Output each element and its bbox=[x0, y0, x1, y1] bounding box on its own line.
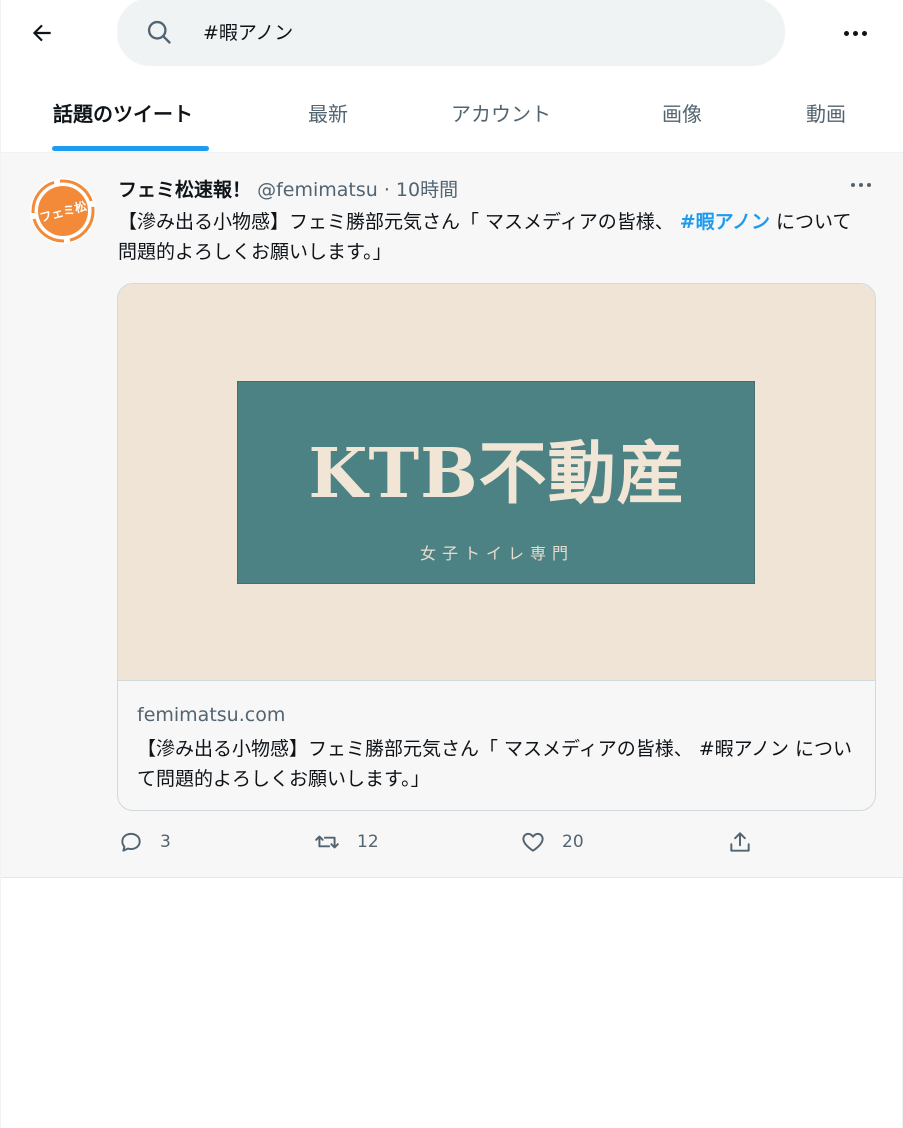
tweet-more-button[interactable] bbox=[851, 183, 871, 187]
share-button[interactable] bbox=[727, 829, 753, 855]
page: #暇アノン 話題のツイート 最新 アカウント 画像 動画 フェミ松 フェミ松速報… bbox=[0, 0, 903, 1128]
tweet-text: 【滲み出る小物感】フェミ勝部元気さん「 マスメディアの皆様、 #暇アノン につい… bbox=[118, 207, 870, 267]
hashtag-link[interactable]: #暇アノン bbox=[680, 211, 770, 233]
retweet-count: 12 bbox=[357, 832, 379, 852]
author-name[interactable]: フェミ松速報！ bbox=[118, 179, 251, 201]
card-title: 【滲み出る小物感】フェミ勝部元気さん「 マスメディアの皆様、 #暇アノン につい… bbox=[137, 738, 853, 790]
search-tabs: 話題のツイート 最新 アカウント 画像 動画 bbox=[1, 78, 903, 152]
back-arrow-icon bbox=[32, 24, 51, 42]
card-image-banner: KTB不動産 女子トイレ専門 bbox=[237, 381, 755, 584]
search-icon bbox=[147, 20, 171, 44]
retweet-button[interactable]: 12 bbox=[313, 829, 379, 855]
card-image[interactable]: KTB不動産 女子トイレ専門 bbox=[118, 284, 875, 681]
reply-icon bbox=[121, 832, 141, 852]
like-count: 20 bbox=[562, 832, 584, 852]
avatar[interactable]: フェミ松 bbox=[29, 177, 97, 245]
search-header: #暇アノン 話題のツイート 最新 アカウント 画像 動画 bbox=[1, 0, 903, 152]
tab-images[interactable]: 画像 bbox=[662, 98, 702, 127]
tab-latest[interactable]: 最新 bbox=[308, 98, 348, 127]
tweet-time[interactable]: 10時間 bbox=[396, 179, 458, 201]
tweet-actions: 3 12 20 bbox=[1, 829, 903, 869]
reply-button[interactable]: 3 bbox=[118, 829, 171, 855]
heart-icon bbox=[522, 832, 544, 852]
back-button[interactable] bbox=[23, 14, 61, 52]
tweet-header: フェミ松速報！ @femimatsu · 10時間 bbox=[118, 175, 458, 202]
more-options-button[interactable] bbox=[833, 14, 877, 52]
card-image-title: KTB不動産 bbox=[308, 434, 686, 514]
more-icon bbox=[843, 30, 867, 36]
search-query[interactable]: #暇アノン bbox=[203, 18, 293, 45]
card-image-subtitle: 女子トイレ専門 bbox=[419, 544, 574, 563]
tab-videos[interactable]: 動画 bbox=[806, 98, 846, 127]
tweet[interactable]: フェミ松 フェミ松速報！ @femimatsu · 10時間 【滲み出る小物感】… bbox=[1, 152, 903, 878]
active-tab-indicator bbox=[52, 146, 209, 151]
retweet-icon bbox=[315, 835, 339, 849]
tweet-text-before: 【滲み出る小物感】フェミ勝部元気さん「 マスメディアの皆様、 bbox=[118, 211, 680, 233]
more-icon bbox=[851, 183, 871, 187]
search-input[interactable]: #暇アノン bbox=[117, 0, 785, 66]
reply-count: 3 bbox=[160, 832, 171, 852]
separator: · bbox=[377, 179, 396, 201]
card-domain: femimatsu.com bbox=[137, 704, 286, 726]
tab-accounts[interactable]: アカウント bbox=[451, 98, 551, 127]
link-card[interactable]: KTB不動産 女子トイレ専門 femimatsu.com 【滲み出る小物感】フェ… bbox=[117, 283, 876, 811]
tab-top[interactable]: 話題のツイート bbox=[53, 98, 193, 127]
share-icon bbox=[730, 832, 750, 852]
author-handle[interactable]: @femimatsu bbox=[257, 179, 378, 201]
like-button[interactable]: 20 bbox=[520, 829, 584, 855]
